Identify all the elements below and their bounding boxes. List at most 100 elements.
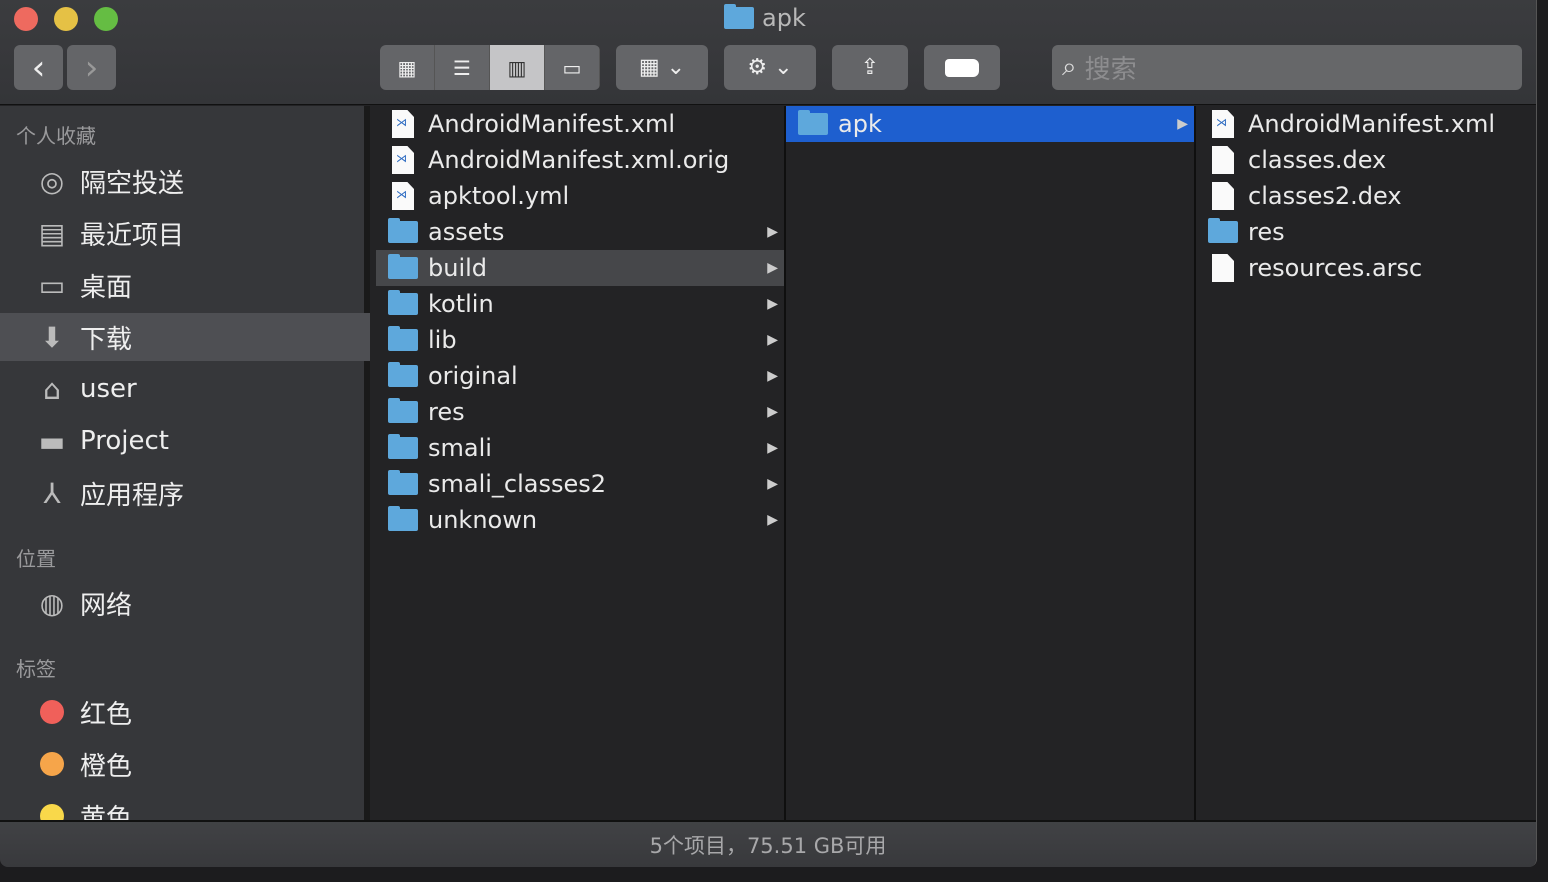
file-row[interactable]: apk ▶: [786, 106, 1194, 142]
share-icon: ⇪: [860, 55, 880, 80]
locations-header: 位置: [16, 547, 56, 571]
file-name: original: [428, 362, 518, 390]
tag-button[interactable]: [924, 45, 1000, 90]
action-button[interactable]: ⚙ ⌄: [724, 45, 816, 90]
sidebar-item[interactable]: ⬇ 下载: [0, 313, 370, 361]
group-button[interactable]: ▦ ⌄: [616, 45, 708, 90]
file-row[interactable]: AndroidManifest.xml: [376, 106, 784, 142]
file-row[interactable]: smali ▶: [376, 430, 784, 466]
minimize-button[interactable]: [54, 7, 78, 31]
downloads-icon: ⬇: [40, 320, 64, 354]
back-button[interactable]: ‹: [14, 45, 63, 90]
recents-icon: ▤: [38, 216, 66, 250]
sidebar-item-label: user: [80, 374, 137, 404]
column-view-button[interactable]: ▥: [490, 45, 545, 90]
file-row[interactable]: assets ▶: [376, 214, 784, 250]
tag-color-icon: [40, 752, 64, 776]
file-name: smali: [428, 434, 492, 462]
file-name: build: [428, 254, 488, 282]
sidebar-item-label: Project: [80, 426, 169, 456]
sidebar-item-network[interactable]: ◍ 网络: [0, 579, 370, 627]
close-button[interactable]: [14, 7, 38, 31]
tag-icon: [945, 58, 979, 77]
sidebar-item[interactable]: ◎ 隔空投送: [0, 157, 370, 205]
gear-icon: ⚙ ⌄: [747, 55, 793, 80]
folder-icon: [388, 506, 418, 531]
file-row[interactable]: resources.arsc: [1196, 250, 1536, 286]
file-row[interactable]: kotlin ▶: [376, 286, 784, 322]
search-icon: ⌕: [1062, 52, 1077, 82]
folder-icon: [388, 434, 418, 459]
folder-icon: [388, 362, 418, 387]
view-switcher: ▦ ☰ ▥ ▭: [380, 45, 600, 90]
favorites-header: 个人收藏: [16, 124, 96, 148]
file-name: AndroidManifest.xml: [428, 110, 676, 138]
chevron-right-icon: ▶: [767, 476, 778, 492]
sidebar-item[interactable]: ▤ 最近项目: [0, 209, 370, 257]
sidebar-item-label: 隔空投送: [80, 168, 185, 199]
sidebar-item-label: 桌面: [80, 272, 133, 303]
file-row[interactable]: unknown ▶: [376, 502, 784, 538]
sidebar-item-label: 下载: [80, 324, 133, 355]
status-bar: 5个项目，75.51 GB可用: [0, 820, 1536, 867]
file-row[interactable]: apktool.yml: [376, 178, 784, 214]
folder-icon: [388, 218, 418, 243]
column-1[interactable]: AndroidManifest.xml AndroidManifest.xml.o…: [376, 106, 786, 820]
chevron-right-icon: ▶: [1177, 116, 1188, 132]
folder-icon: [388, 290, 418, 315]
zoom-button[interactable]: [94, 7, 118, 31]
share-button[interactable]: ⇪: [832, 45, 908, 90]
file-name: smali_classes2: [428, 470, 607, 498]
file-row[interactable]: classes.dex: [1196, 142, 1536, 178]
file-row[interactable]: AndroidManifest.xml: [1196, 106, 1536, 142]
file-name: classes2.dex: [1248, 182, 1402, 210]
finder-window: apk ‹ › ▦ ☰ ▥ ▭ ▦ ⌄ ⚙ ⌄ ⇪ ⌕ 搜索 个人收藏 ◎ 隔空投送 ▤…: [0, 0, 1537, 867]
desktop-icon: ▭: [38, 268, 66, 302]
folder-icon: [1208, 218, 1238, 243]
status-text: 5个项目，75.51 GB可用: [649, 833, 887, 858]
sidebar-tag[interactable]: 红色: [0, 688, 370, 736]
chevron-right-icon: ▶: [767, 512, 778, 528]
sidebar-item[interactable]: ⅄ 应用程序: [0, 469, 370, 517]
airdrop-icon: ◎: [39, 164, 65, 198]
folder-icon: [388, 398, 418, 423]
group-icon: ▦ ⌄: [638, 55, 686, 80]
folder-icon: [388, 326, 418, 351]
document-icon: [1212, 182, 1234, 210]
file-row[interactable]: build ▶: [376, 250, 784, 286]
column-3[interactable]: AndroidManifest.xml classes.dex classes2.d…: [1196, 106, 1536, 820]
file-row[interactable]: AndroidManifest.xml.orig: [376, 142, 784, 178]
sidebar-tag[interactable]: 橙色: [0, 740, 370, 788]
sidebar-item-label: 网络: [80, 590, 133, 621]
file-row[interactable]: smali_classes2 ▶: [376, 466, 784, 502]
file-name: unknown: [428, 506, 538, 534]
file-name: lib: [428, 326, 457, 354]
window-title: apk: [724, 4, 806, 32]
sidebar-item[interactable]: ▭ 桌面: [0, 261, 370, 309]
search-field[interactable]: ⌕ 搜索: [1052, 45, 1522, 90]
icon-view-button[interactable]: ▦: [380, 45, 435, 90]
file-row[interactable]: lib ▶: [376, 322, 784, 358]
column-2[interactable]: apk ▶: [786, 106, 1196, 820]
chevron-right-icon: ▶: [767, 296, 778, 312]
sidebar-item-label: 最近项目: [80, 220, 185, 251]
file-row[interactable]: res ▶: [376, 394, 784, 430]
gallery-view-button[interactable]: ▭: [545, 45, 600, 90]
applications-icon: ⅄: [43, 476, 61, 510]
sidebar-item-label: 橙色: [80, 751, 133, 782]
folder-icon: [798, 110, 828, 135]
sidebar-item[interactable]: ⌂ user: [0, 365, 370, 413]
search-placeholder: 搜索: [1084, 55, 1137, 85]
file-name: kotlin: [428, 290, 494, 318]
list-view-button[interactable]: ☰: [435, 45, 490, 90]
file-name: resources.arsc: [1248, 254, 1423, 282]
forward-button[interactable]: ›: [67, 45, 116, 90]
file-name: classes.dex: [1248, 146, 1387, 174]
sidebar-item[interactable]: ▬ Project: [0, 417, 370, 465]
file-row[interactable]: res: [1196, 214, 1536, 250]
folder-icon: [388, 470, 418, 495]
document-icon: [1212, 146, 1234, 174]
file-row[interactable]: original ▶: [376, 358, 784, 394]
chevron-right-icon: ▶: [767, 332, 778, 348]
file-row[interactable]: classes2.dex: [1196, 178, 1536, 214]
